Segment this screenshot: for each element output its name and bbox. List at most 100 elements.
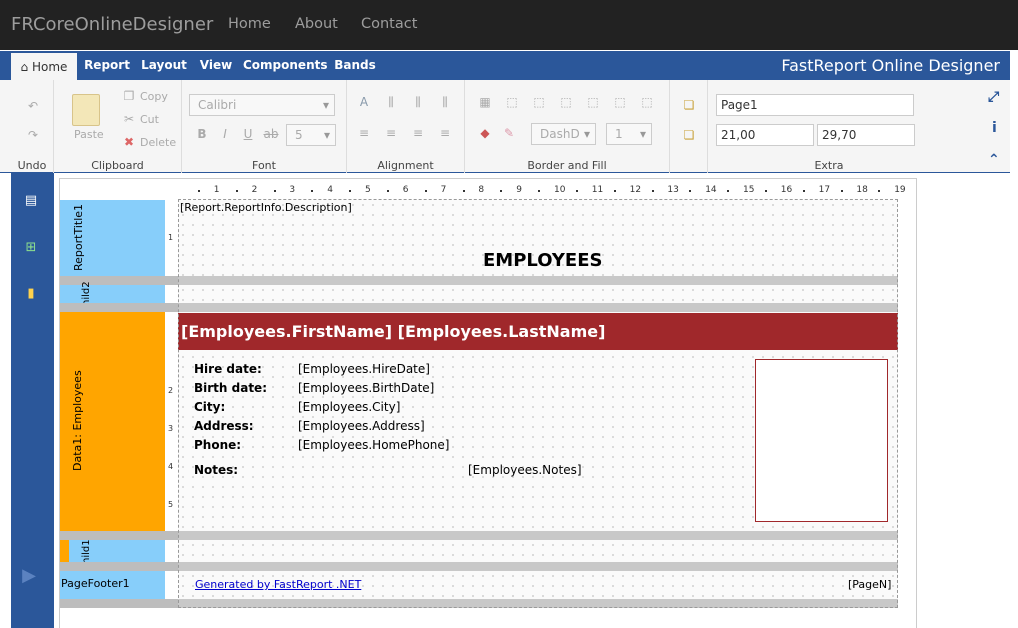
align-bottom-icon[interactable]: ⫼ xyxy=(437,94,453,110)
align-right-icon[interactable]: ≡ xyxy=(410,125,426,141)
text-rotation-icon[interactable]: A xyxy=(356,94,372,110)
tab-components[interactable]: Components xyxy=(243,51,328,80)
properties-icon[interactable]: ▤ xyxy=(23,193,39,209)
tab-view[interactable]: View xyxy=(196,51,236,80)
line-style-select[interactable]: DashD xyxy=(531,123,596,145)
clipboard-group: Paste ❐ Copy ✂ Cut ✖ Delete Clipboard xyxy=(54,80,182,173)
generated-by-link[interactable]: Generated by FastReport .NET xyxy=(195,578,361,591)
expand-sidebar-icon[interactable]: ▶ xyxy=(21,565,37,586)
border-right-icon[interactable]: ⬚ xyxy=(612,94,628,110)
app-title: FastReport Online Designer xyxy=(781,56,1000,75)
ruler-number: 18 xyxy=(856,185,868,195)
border-all-icon[interactable]: ▦ xyxy=(477,94,493,110)
child1-band[interactable] xyxy=(178,540,898,562)
align-justify-icon[interactable]: ≡ xyxy=(437,125,453,141)
align-left-icon[interactable]: ≡ xyxy=(356,125,372,141)
brand-link[interactable]: FRCoreOnlineDesigner xyxy=(11,14,213,35)
nav-about-link[interactable]: About xyxy=(295,16,338,32)
band-label-child2[interactable] xyxy=(60,285,165,303)
font-group-label: Font xyxy=(252,159,276,172)
field-label[interactable]: Phone: xyxy=(194,438,241,452)
tab-report[interactable]: Report xyxy=(80,51,134,80)
cut-icon[interactable]: ✂ xyxy=(121,111,137,127)
nav-home-link[interactable]: Home xyxy=(228,16,271,32)
border-top-icon[interactable]: ⬚ xyxy=(531,94,547,110)
tab-bands[interactable]: Bands xyxy=(333,51,377,80)
border-none-icon[interactable]: ⬚ xyxy=(504,94,520,110)
field-value[interactable]: [Employees.BirthDate] xyxy=(298,381,434,395)
undo-icon[interactable]: ↶ xyxy=(25,98,41,114)
redo-icon[interactable]: ↷ xyxy=(25,127,41,143)
data-band[interactable]: [Employees.FirstName] [Employees.LastNam… xyxy=(178,312,898,531)
line-width-select[interactable]: 1 xyxy=(606,123,652,145)
ruler-tick xyxy=(575,190,578,192)
ruler-number: 14 xyxy=(705,185,717,195)
paste-button[interactable]: Paste xyxy=(74,128,104,141)
italic-icon[interactable]: I xyxy=(217,126,233,142)
name-header-text: [Employees.FirstName] [Employees.LastNam… xyxy=(181,322,606,341)
field-label[interactable]: Birth date: xyxy=(194,381,267,395)
paste-icon[interactable] xyxy=(72,94,100,126)
field-value[interactable]: [Employees.Address] xyxy=(298,419,425,433)
field-value[interactable]: [Employees.HomePhone] xyxy=(298,438,449,452)
bold-icon[interactable]: B xyxy=(194,126,210,142)
band-separator xyxy=(178,303,898,312)
field-value[interactable]: [Employees.HireDate] xyxy=(298,362,430,376)
align-top-icon[interactable]: ⫼ xyxy=(383,94,399,110)
cut-button[interactable]: Cut xyxy=(140,113,159,126)
bring-to-front-icon[interactable]: ❏ xyxy=(681,97,697,113)
band-label-child1[interactable] xyxy=(60,540,165,562)
strikethrough-icon[interactable]: ab xyxy=(263,126,279,142)
ruler-tick xyxy=(197,190,200,192)
report-title-text[interactable]: EMPLOYEES xyxy=(483,250,602,271)
field-label[interactable]: Address: xyxy=(194,419,254,433)
page-height-input[interactable]: 29,70 xyxy=(817,124,915,146)
photo-picture[interactable] xyxy=(755,359,888,522)
page-footer-band[interactable]: Generated by FastReport .NET [PageN] xyxy=(178,571,898,599)
fill-color-icon[interactable]: ◆ xyxy=(477,125,493,141)
ruler-number: 3 xyxy=(289,185,296,195)
page-width-input[interactable]: 21,00 xyxy=(716,124,814,146)
name-header-box[interactable]: [Employees.FirstName] [Employees.LastNam… xyxy=(178,313,898,350)
border-style-icon[interactable]: ⬚ xyxy=(639,94,655,110)
ruler-number: 13 xyxy=(667,185,679,195)
font-size-select[interactable]: 5 xyxy=(286,124,336,146)
extra-group: Page1 21,00 29,70 Extra xyxy=(708,80,950,173)
notes-value[interactable]: [Employees.Notes] xyxy=(468,463,582,477)
field-label[interactable]: City: xyxy=(194,400,225,414)
child2-band[interactable] xyxy=(178,285,898,303)
delete-icon[interactable]: ✖ xyxy=(121,134,137,150)
border-left-icon[interactable]: ⬚ xyxy=(585,94,601,110)
report-tree-icon[interactable]: ⊞ xyxy=(23,240,39,256)
report-canvas[interactable]: 1 2 3 4 5 6 7 8 9 10 11 12 13 14 15 16 17 18 19 ReportTitl… xyxy=(59,178,917,628)
font-group: Calibri B I U ab 5 Font xyxy=(182,80,347,173)
field-label[interactable]: Hire date: xyxy=(194,362,262,376)
delete-button[interactable]: Delete xyxy=(140,136,176,149)
home-icon: ⌂ xyxy=(20,60,29,74)
copy-button[interactable]: Copy xyxy=(140,90,168,103)
object-name-input[interactable]: Page1 xyxy=(716,94,914,116)
underline-icon[interactable]: U xyxy=(240,126,256,142)
band-separator xyxy=(60,303,178,312)
nav-contact-link[interactable]: Contact xyxy=(361,16,417,32)
fullscreen-icon[interactable]: ⤢ xyxy=(988,89,999,105)
data-icon[interactable]: ▮ xyxy=(23,286,39,302)
send-to-back-icon[interactable]: ❏ xyxy=(681,127,697,143)
copy-icon[interactable]: ❐ xyxy=(121,88,137,104)
line-color-icon[interactable]: ✎ xyxy=(501,125,517,141)
description-field[interactable]: [Report.ReportInfo.Description] xyxy=(180,201,352,214)
ruler-tick xyxy=(349,190,352,192)
band-separator xyxy=(178,599,898,608)
border-bottom-icon[interactable]: ⬚ xyxy=(558,94,574,110)
align-center-icon[interactable]: ≡ xyxy=(383,125,399,141)
tab-home[interactable]: ⌂ Home xyxy=(11,51,77,80)
font-family-select[interactable]: Calibri xyxy=(189,94,335,116)
align-middle-icon[interactable]: ⫼ xyxy=(410,94,426,110)
page-number-field[interactable]: [PageN] xyxy=(848,578,891,591)
collapse-ribbon-icon[interactable]: ⌃ xyxy=(988,152,1000,168)
notes-label[interactable]: Notes: xyxy=(194,463,238,477)
info-icon[interactable]: i xyxy=(992,120,997,136)
field-value[interactable]: [Employees.City] xyxy=(298,400,400,414)
report-title-band[interactable]: [Report.ReportInfo.Description] EMPLOYEE… xyxy=(178,200,898,276)
tab-layout[interactable]: Layout xyxy=(138,51,190,80)
